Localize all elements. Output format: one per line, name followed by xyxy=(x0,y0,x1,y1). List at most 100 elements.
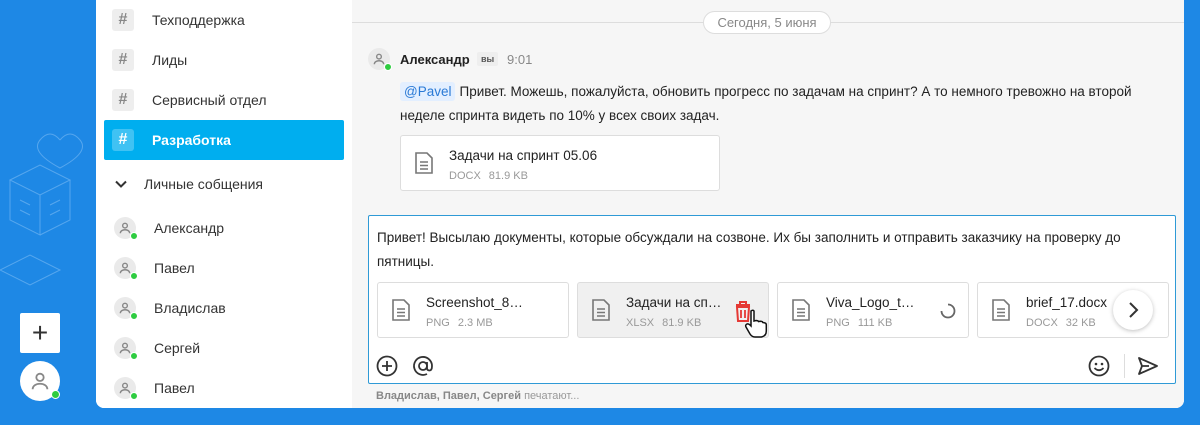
at-icon xyxy=(413,356,433,376)
profile-avatar[interactable] xyxy=(20,361,60,401)
online-status-dot xyxy=(130,232,138,240)
composer-attachment[interactable]: Screenshot_8.png PNG 2.3 MB xyxy=(377,282,569,338)
dm-section-toggle[interactable]: Личные собщения xyxy=(104,166,344,202)
attachment-name: brief_17.docx xyxy=(1026,295,1108,310)
you-badge: вы xyxy=(477,52,499,66)
app-rail: + xyxy=(0,0,96,425)
online-status-dot xyxy=(130,312,138,320)
hash-icon: # xyxy=(112,89,134,111)
main-window: # Техподдержка # Лиды # Сервисный отдел … xyxy=(96,0,1184,408)
attachment-type: PNG xyxy=(826,317,850,329)
composer-attachment[interactable]: Viva_Logo_thumb PNG 111 KB xyxy=(777,282,969,338)
add-workspace-button[interactable]: + xyxy=(20,313,60,353)
hash-icon: # xyxy=(112,9,134,31)
mention-button[interactable] xyxy=(411,354,435,378)
dm-label: Владислав xyxy=(154,300,226,316)
sidebar-dm-sergey[interactable]: Сергей xyxy=(104,328,344,368)
dm-label: Павел xyxy=(154,380,195,396)
attachment-type: XLSX xyxy=(626,317,655,329)
channel-label: Лиды xyxy=(152,52,188,68)
attachment-name: Screenshot_8.png xyxy=(426,295,526,310)
attachment-meta: XLSX 81.9 KB xyxy=(626,317,701,329)
sidebar-dm-vladislav[interactable]: Владислав xyxy=(104,288,344,328)
add-circle-icon xyxy=(376,355,398,377)
avatar[interactable] xyxy=(368,48,392,71)
message-body: @Pavel Привет. Можешь, пожалуйста, обнови… xyxy=(400,80,1160,128)
document-icon xyxy=(415,152,433,174)
attachment-meta: DOCX 81.9 KB xyxy=(449,170,528,182)
add-attachment-button[interactable] xyxy=(375,354,399,378)
message-time: 9:01 xyxy=(507,52,533,67)
message-author[interactable]: Александр xyxy=(400,52,470,67)
emoji-button[interactable] xyxy=(1087,354,1111,378)
attachment-name: Viva_Logo_thumb xyxy=(826,295,920,310)
attachment-size: 81.9 KB xyxy=(488,170,528,182)
attachment-type: DOCX xyxy=(449,170,481,182)
typing-suffix: печатают... xyxy=(524,390,580,402)
attachment-meta: PNG 2.3 MB xyxy=(426,317,493,329)
attachment-size: 81.9 KB xyxy=(662,317,702,329)
attachment-type: DOCX xyxy=(1026,317,1058,329)
document-icon xyxy=(392,299,410,321)
message-composer[interactable]: Привет! Высылаю документы, которые обсуж… xyxy=(368,215,1176,384)
chevron-right-icon xyxy=(1129,302,1139,318)
online-status-dot xyxy=(130,272,138,280)
chat-panel: Сегодня, 5 июня Александр вы 9:01 @Pavel… xyxy=(352,0,1184,408)
toolbar-divider xyxy=(1124,354,1125,378)
dm-label: Павел xyxy=(154,260,195,276)
avatar xyxy=(114,377,138,400)
document-icon xyxy=(792,299,810,321)
sidebar: # Техподдержка # Лиды # Сервисный отдел … xyxy=(96,0,352,408)
attachment-size: 111 KB xyxy=(857,317,893,329)
channel-label: Разработка xyxy=(152,132,231,148)
chevron-down-icon xyxy=(115,180,127,188)
mention-tag[interactable]: @Pavel xyxy=(400,82,456,101)
avatar xyxy=(114,217,138,240)
attachment-name: Задачи на спринт 05.06 xyxy=(449,148,598,163)
sidebar-channel-development[interactable]: # Разработка xyxy=(104,120,344,160)
emoji-icon xyxy=(1088,355,1110,377)
online-status-dot xyxy=(130,392,138,400)
online-status-dot xyxy=(384,63,392,71)
dm-label: Сергей xyxy=(154,340,201,356)
document-icon xyxy=(592,299,610,321)
sidebar-channel-service[interactable]: # Сервисный отдел xyxy=(104,80,344,120)
decorative-illustration xyxy=(0,133,83,286)
online-status-dot xyxy=(130,352,138,360)
message-attachment[interactable]: Задачи на спринт 05.06 DOCX 81.9 KB xyxy=(400,135,720,191)
composer-input[interactable]: Привет! Высылаю документы, которые обсуж… xyxy=(377,226,1167,274)
message-text: Привет. Можешь, пожалуйста, обновить про… xyxy=(400,84,1132,123)
send-icon xyxy=(1138,357,1158,375)
attachment-meta: DOCX 32 KB xyxy=(1026,317,1096,329)
attachment-name: Задачи на спринт xyxy=(626,295,724,310)
hash-icon: # xyxy=(112,49,134,71)
document-icon xyxy=(992,299,1010,321)
avatar xyxy=(114,257,138,280)
sidebar-dm-pavel-2[interactable]: Павел xyxy=(104,368,344,408)
channel-label: Техподдержка xyxy=(152,12,245,28)
attachments-scroll-next-button[interactable] xyxy=(1113,290,1153,330)
user-icon xyxy=(31,372,49,390)
sidebar-dm-pavel[interactable]: Павел xyxy=(104,248,344,288)
avatar xyxy=(114,297,138,320)
attachment-size: 32 KB xyxy=(1065,317,1096,329)
date-label: Сегодня, 5 июня xyxy=(703,11,831,34)
sidebar-channel-techsupport[interactable]: # Техподдержка xyxy=(104,0,344,40)
avatar xyxy=(114,337,138,360)
hash-icon: # xyxy=(112,129,134,151)
attachment-meta: PNG 111 KB xyxy=(826,317,892,329)
channel-label: Сервисный отдел xyxy=(152,92,267,108)
typing-names: Владислав, Павел, Сергей xyxy=(376,390,521,402)
dm-label: Александр xyxy=(154,220,225,236)
sidebar-channel-leads[interactable]: # Лиды xyxy=(104,40,344,80)
attachment-size: 2.3 MB xyxy=(457,317,493,329)
sidebar-dm-aleksandr[interactable]: Александр xyxy=(104,208,344,248)
attachment-type: PNG xyxy=(426,317,450,329)
send-button[interactable] xyxy=(1136,354,1160,378)
typing-indicator: Владислав, Павел, Сергей печатают... xyxy=(376,390,579,402)
online-status-dot xyxy=(51,390,60,399)
dm-section-label: Личные собщения xyxy=(144,176,264,192)
composer-attachment[interactable]: Задачи на спринт XLSX 81.9 KB xyxy=(577,282,769,338)
spinner-icon xyxy=(940,303,956,319)
pointer-cursor-icon xyxy=(744,309,768,338)
